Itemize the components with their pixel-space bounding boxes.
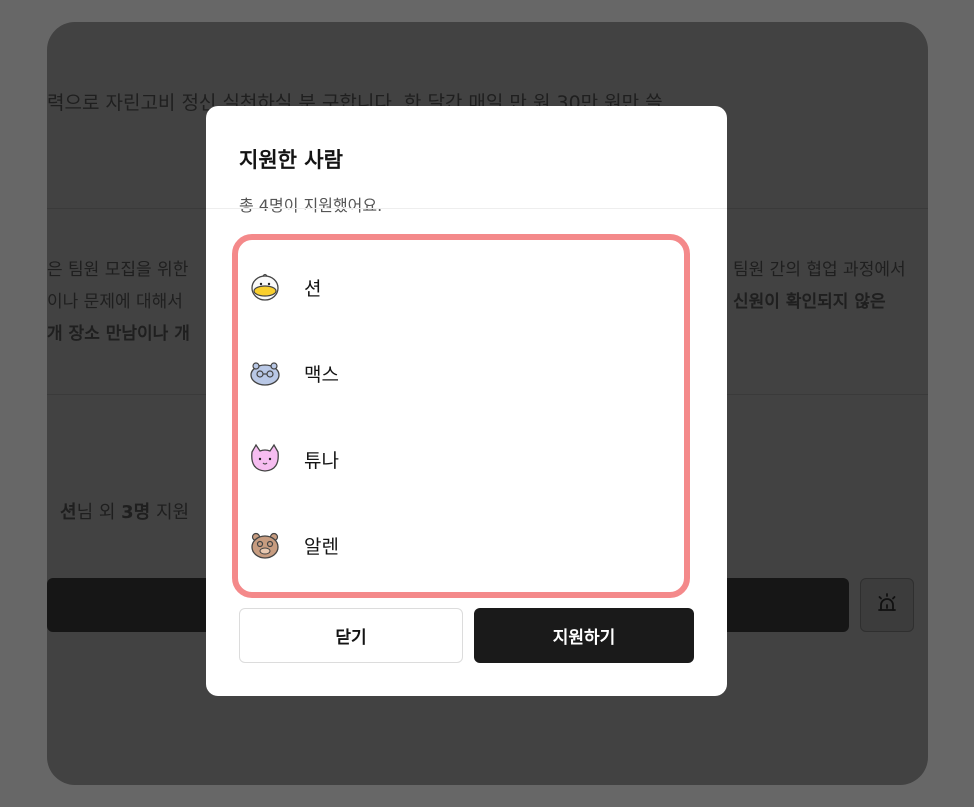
applicant-name: 션: [304, 277, 322, 300]
modal-subtitle: 총 4명이 지원했어요.: [239, 196, 383, 215]
applicant-name: 맥스: [304, 363, 339, 386]
list-item[interactable]: 튜나: [248, 434, 339, 484]
list-item[interactable]: 알렌: [248, 520, 339, 570]
applicants-summary[interactable]: 션님 외 3명 지원: [60, 498, 189, 524]
applicant-list: 션 맥스 튜나 알렌: [232, 234, 690, 598]
bear-avatar-icon: [248, 528, 282, 562]
modal-title: 지원한 사람: [239, 148, 343, 172]
applicant-name: 튜나: [304, 449, 339, 472]
duck-avatar-icon: [248, 270, 282, 304]
close-button[interactable]: 닫기: [239, 608, 463, 663]
list-item[interactable]: 션: [248, 262, 321, 312]
applicant-name: 알렌: [304, 535, 339, 558]
siren-icon: [875, 591, 899, 619]
cat-avatar-icon: [248, 442, 282, 476]
list-item[interactable]: 맥스: [248, 348, 339, 398]
hippo-avatar-icon: [248, 356, 282, 390]
applicants-modal: 지원한 사람 총 4명이 지원했어요. 션 맥스 튜나 알렌 닫기 지원하기: [206, 106, 727, 696]
notice-text-right: 팀원 간의 협업 과정에서 신원이 확인되지 않은: [733, 260, 906, 312]
apply-button[interactable]: 지원하기: [474, 608, 694, 663]
notice-text-left: 은 팀원 모집을 위한 이나 문제에 대해서 개 장소 만남이나 개: [47, 260, 190, 344]
divider: [206, 208, 727, 209]
report-button[interactable]: [860, 578, 914, 632]
